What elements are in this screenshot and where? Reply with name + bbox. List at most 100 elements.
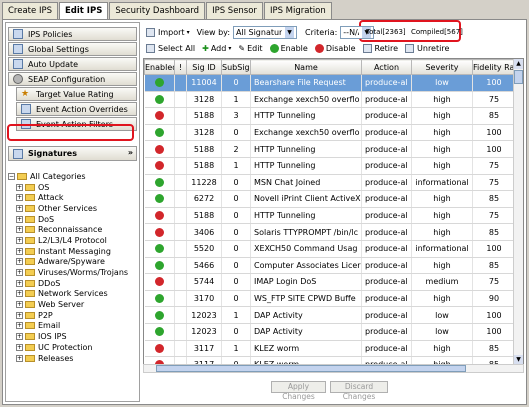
column-header-name[interactable]: Name <box>250 59 362 75</box>
tree-item-p2p[interactable]: + P2P <box>8 310 139 321</box>
expand-icon[interactable]: + <box>16 226 23 234</box>
nav-event-action-overrides[interactable]: Event Action Overrides <box>16 102 137 116</box>
table-row[interactable]: 6272 0 Novell iPrint Client ActiveX produce… <box>144 190 516 208</box>
expand-icon[interactable]: + <box>16 215 23 223</box>
expand-icon[interactable]: + <box>16 290 23 298</box>
table-row[interactable]: 3406 0 Solaris TTYPROMPT /bin/lc produce-al… <box>144 223 516 241</box>
disabled-icon[interactable] <box>154 343 164 353</box>
table-row[interactable]: 5744 0 IMAP Login DoS produce-al medium 75 <box>144 273 516 291</box>
enabled-icon[interactable] <box>154 327 164 337</box>
table-row[interactable]: 11004 0 Bearshare File Request produce-al lo… <box>144 74 516 92</box>
expand-icon[interactable]: + <box>16 343 23 351</box>
table-row[interactable]: 5188 2 HTTP Tunneling produce-al high 100 <box>144 140 516 158</box>
nav-seap-configuration[interactable]: SEAP Configuration <box>8 72 137 86</box>
collapse-chevron-icon[interactable]: » <box>128 148 133 157</box>
tree-item-other-services[interactable]: + Other Services <box>8 203 139 214</box>
table-row[interactable]: 5188 1 HTTP Tunneling produce-al high 75 <box>144 157 516 175</box>
tree-item-os[interactable]: + OS <box>8 182 139 193</box>
expand-icon[interactable]: + <box>16 279 23 287</box>
table-row[interactable]: 11228 0 MSN Chat Joined produce-al informati… <box>144 174 516 192</box>
discard-changes-button[interactable]: Discard Changes <box>330 381 388 401</box>
table-row[interactable]: 3170 0 WS_FTP SITE CPWD Buffe produce-al hig… <box>144 290 516 308</box>
table-row[interactable]: 3128 1 Exchange xexch50 overflo produce-al h… <box>144 91 516 109</box>
enabled-icon[interactable] <box>154 177 164 187</box>
expand-icon[interactable]: + <box>16 354 23 362</box>
enabled-icon[interactable] <box>154 310 164 320</box>
expand-icon[interactable]: + <box>16 183 23 191</box>
nav-auto-update[interactable]: Auto Update <box>8 57 137 71</box>
expand-icon[interactable]: + <box>16 322 23 330</box>
scroll-up-icon[interactable]: ▲ <box>514 59 523 69</box>
table-row[interactable]: 5466 0 Computer Associates Licer produce-al… <box>144 257 516 275</box>
tree-item-email[interactable]: + Email <box>8 321 139 332</box>
collapse-icon[interactable]: − <box>8 172 15 180</box>
vertical-scrollbar[interactable]: ▲ ▼ <box>513 59 523 365</box>
view-by-select[interactable]: All Signatures▼ <box>233 25 298 39</box>
add-button[interactable]: ✚ Add ▾ <box>202 44 231 53</box>
tab-create-ips[interactable]: Create IPS <box>2 2 58 19</box>
tree-item-uc-protection[interactable]: + UC Protection <box>8 342 139 353</box>
tab-edit-ips[interactable]: Edit IPS <box>58 2 109 20</box>
table-row[interactable]: 12023 1 DAP Activity produce-al low 100 <box>144 306 516 324</box>
tree-item-ios-ips[interactable]: + IOS IPS <box>8 331 139 342</box>
horizontal-scrollbar[interactable] <box>143 364 524 373</box>
column-header-subsig-id[interactable]: SubSig ID <box>221 59 251 75</box>
enabled-icon[interactable] <box>154 244 164 254</box>
edit-button[interactable]: ✎ Edit <box>238 44 262 53</box>
nav-signatures[interactable]: Signatures » <box>8 146 137 161</box>
tree-item-all-categories[interactable]: − All Categories <box>8 171 139 182</box>
tree-item-attack[interactable]: + Attack <box>8 192 139 203</box>
disabled-icon[interactable] <box>154 161 164 171</box>
table-row[interactable]: 3128 0 Exchange xexch50 overflo produce-al h… <box>144 124 516 142</box>
disabled-icon[interactable] <box>154 144 164 154</box>
tree-item-ddos[interactable]: + DDoS <box>8 278 139 289</box>
disabled-icon[interactable] <box>154 211 164 221</box>
unretire-button[interactable]: Unretire <box>405 44 449 53</box>
expand-icon[interactable]: + <box>16 258 23 266</box>
tree-item-viruses-worms-trojans[interactable]: + Viruses/Worms/Trojans <box>8 267 139 278</box>
tree-item-instant-messaging[interactable]: + Instant Messaging <box>8 246 139 257</box>
enabled-icon[interactable] <box>154 194 164 204</box>
tree-item-web-server[interactable]: + Web Server <box>8 299 139 310</box>
disable-button[interactable]: Disable <box>314 44 356 53</box>
tree-item-l2l3l4-protocol[interactable]: + L2/L3/L4 Protocol <box>8 235 139 246</box>
column-header-alert[interactable]: ! <box>174 59 187 75</box>
expand-icon[interactable]: + <box>16 311 23 319</box>
enable-button[interactable]: Enable <box>269 44 308 53</box>
nav-ips-policies[interactable]: IPS Policies <box>8 27 137 41</box>
tab-security-dashboard[interactable]: Security Dashboard <box>109 2 206 19</box>
expand-icon[interactable]: + <box>16 269 23 277</box>
enabled-icon[interactable] <box>154 94 164 104</box>
expand-icon[interactable]: + <box>16 194 23 202</box>
tab-ips-migration[interactable]: IPS Migration <box>263 2 332 19</box>
scroll-thumb[interactable] <box>514 70 523 84</box>
expand-icon[interactable]: + <box>16 204 23 212</box>
column-header-enabled[interactable]: Enabled <box>144 59 175 75</box>
nav-global-settings[interactable]: Global Settings <box>8 42 137 56</box>
expand-icon[interactable]: + <box>16 301 23 309</box>
table-row[interactable]: 5520 0 XEXCH50 Command Usag produce-al infor… <box>144 240 516 258</box>
table-row[interactable]: 12023 0 DAP Activity produce-al low 100 <box>144 323 516 341</box>
expand-icon[interactable]: + <box>16 236 23 244</box>
enabled-icon[interactable] <box>154 260 164 270</box>
select-all-button[interactable]: Select All <box>146 44 195 53</box>
table-row[interactable]: 5188 0 HTTP Tunneling produce-al high 75 <box>144 207 516 225</box>
import-menu[interactable]: Import ▾ <box>146 27 190 37</box>
tab-ips-sensor[interactable]: IPS Sensor <box>206 2 263 19</box>
disabled-icon[interactable] <box>154 277 164 287</box>
disabled-icon[interactable] <box>154 111 164 121</box>
column-header-sig-id[interactable]: Sig ID <box>186 59 222 75</box>
tree-item-reconnaissance[interactable]: + Reconnaissance <box>8 224 139 235</box>
tree-item-releases[interactable]: + Releases <box>8 353 139 364</box>
enabled-icon[interactable] <box>154 294 164 304</box>
table-row[interactable]: 3117 1 KLEZ worm produce-al high 85 <box>144 340 516 358</box>
nav-target-value-rating[interactable]: ★ Target Value Rating <box>16 87 137 101</box>
column-header-severity[interactable]: Severity <box>411 59 473 75</box>
disabled-icon[interactable] <box>154 227 164 237</box>
tree-item-dos[interactable]: + DoS <box>8 214 139 225</box>
apply-changes-button[interactable]: Apply Changes <box>271 381 326 401</box>
tree-item-network-services[interactable]: + Network Services <box>8 289 139 300</box>
scroll-thumb[interactable] <box>156 365 466 372</box>
enabled-icon[interactable] <box>154 128 164 138</box>
column-header-action[interactable]: Action <box>361 59 412 75</box>
